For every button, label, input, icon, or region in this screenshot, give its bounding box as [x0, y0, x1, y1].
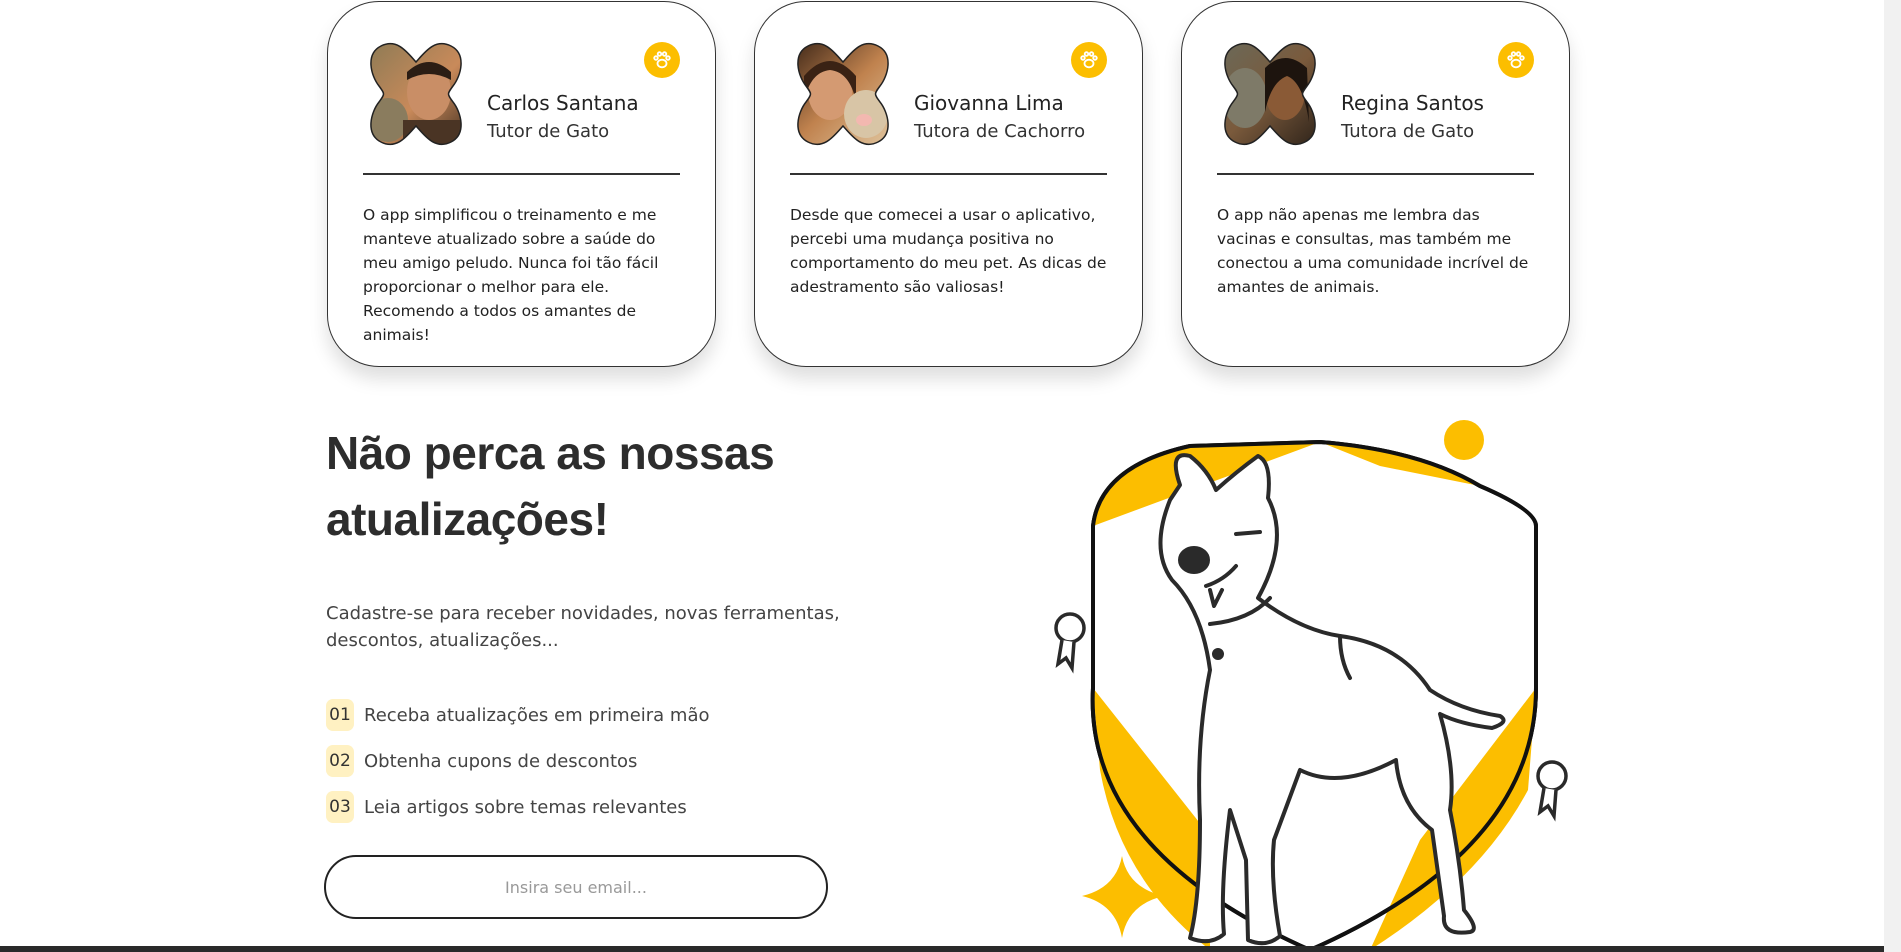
list-item: 03 Leia artigos sobre temas relevantes	[326, 784, 866, 830]
scrollbar-track[interactable]	[1884, 0, 1901, 952]
paw-icon	[644, 42, 680, 78]
benefit-number: 03	[326, 791, 354, 823]
testimonials-section: Carlos Santana Tutor de Gato O app simpl…	[327, 0, 1571, 370]
paw-icon	[1071, 42, 1107, 78]
card-divider	[363, 173, 680, 175]
dog-shield-illustration	[1054, 420, 1568, 952]
testimonial-name: Regina Santos	[1341, 91, 1484, 115]
avatar	[370, 42, 462, 146]
testimonial-name: Carlos Santana	[487, 91, 639, 115]
testimonial-role: Tutora de Gato	[1341, 121, 1475, 142]
avatar	[797, 42, 889, 146]
benefit-text: Leia artigos sobre temas relevantes	[364, 796, 687, 818]
list-item: 01 Receba atualizações em primeira mão	[326, 692, 866, 738]
card-divider	[1217, 173, 1534, 175]
avatar	[1224, 42, 1316, 146]
benefit-text: Receba atualizações em primeira mão	[364, 704, 710, 726]
card-divider	[790, 173, 1107, 175]
testimonial-card: Regina Santos Tutora de Gato O app não a…	[1181, 1, 1570, 367]
newsletter-section: Não perca as nossas atualizações! Cadast…	[326, 420, 866, 830]
email-field[interactable]	[324, 855, 828, 919]
testimonial-role: Tutor de Gato	[487, 121, 610, 142]
testimonial-quote: O app não apenas me lembra das vacinas e…	[1217, 206, 1529, 296]
newsletter-subtitle: Cadastre-se para receber novidades, nova…	[326, 603, 840, 651]
decor-dot	[1444, 420, 1484, 460]
testimonial-quote: O app simplificou o treinamento e me man…	[363, 206, 659, 344]
benefit-number: 01	[326, 699, 354, 731]
testimonial-name: Giovanna Lima	[914, 91, 1064, 115]
testimonial-card: Giovanna Lima Tutora de Cachorro Desde q…	[754, 1, 1143, 367]
testimonial-role: Tutora de Cachorro	[914, 121, 1086, 142]
benefit-number: 02	[326, 745, 354, 777]
benefits-list: 01 Receba atualizações em primeira mão 0…	[326, 692, 866, 830]
list-item: 02 Obtenha cupons de descontos	[326, 738, 866, 784]
newsletter-title: Não perca as nossas atualizações!	[326, 427, 775, 545]
ribbon-icon	[1536, 760, 1568, 822]
testimonial-card: Carlos Santana Tutor de Gato O app simpl…	[327, 1, 716, 367]
benefit-text: Obtenha cupons de descontos	[364, 750, 638, 772]
footer-bar	[0, 946, 1884, 952]
paw-icon	[1498, 42, 1534, 78]
testimonial-quote: Desde que comecei a usar o aplicativo, p…	[790, 206, 1107, 296]
ribbon-icon	[1054, 612, 1086, 674]
